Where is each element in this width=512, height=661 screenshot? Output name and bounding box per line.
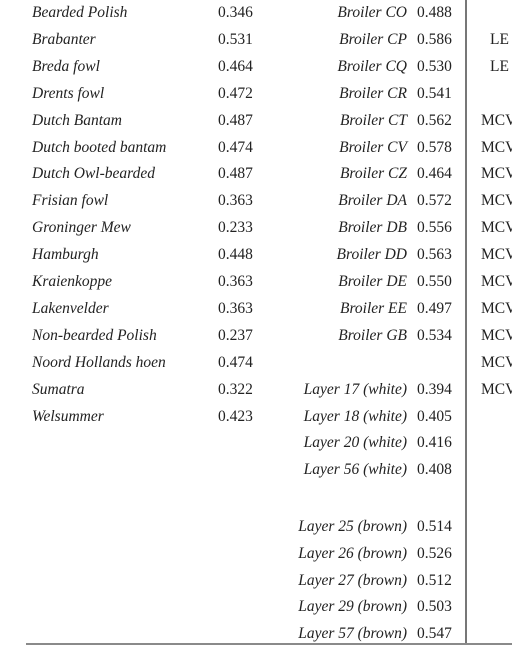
- partial-code: MCV: [481, 353, 512, 371]
- broiler-name: Broiler CZ: [339, 165, 407, 183]
- broiler-name: Broiler CP: [339, 30, 407, 48]
- partial-code: MCV: [481, 299, 512, 317]
- breed-value: 0.237: [218, 326, 253, 344]
- breed-name: Hamburgh: [32, 246, 99, 264]
- brown-layer-name: Layer 27 (brown): [298, 571, 407, 589]
- breed-value: 0.448: [218, 246, 253, 264]
- breed-value: 0.346: [218, 4, 253, 21]
- broiler-name: Broiler DA: [338, 192, 407, 210]
- breed-name: Drents fowl: [32, 84, 105, 102]
- broiler-name: Broiler CQ: [337, 57, 407, 75]
- brown-layer-name: Layer 25 (brown): [298, 517, 407, 535]
- brown-layer-name: Layer 29 (brown): [298, 598, 407, 616]
- broiler-name: Broiler CT: [339, 111, 407, 129]
- partial-code: MCV: [481, 219, 512, 237]
- broiler-name: Broiler EE: [339, 299, 407, 317]
- breed-value: 0.531: [218, 30, 253, 48]
- breed-value: 0.474: [218, 353, 253, 371]
- column-divider: [465, 0, 467, 643]
- breed-value: 0.363: [218, 192, 253, 210]
- broiler-name: Broiler DD: [336, 246, 407, 264]
- breed-name: Breda fowl: [32, 57, 100, 75]
- broiler-name: Broiler DB: [338, 219, 407, 237]
- white-layer-name: Layer 56 (white): [303, 461, 407, 479]
- breed-value: 0.464: [218, 57, 253, 75]
- brown-layer-name: Layer 26 (brown): [298, 544, 407, 562]
- breed-name: Bearded Polish: [32, 4, 128, 21]
- white-layer-name: Layer 18 (white): [303, 407, 407, 425]
- white-layer-name: Layer 17 (white): [303, 380, 407, 398]
- breed-value: 0.487: [218, 111, 253, 129]
- breed-name: Noord Hollands hoen: [32, 353, 166, 371]
- partial-code: MCV: [481, 380, 512, 398]
- breed-value: 0.472: [218, 84, 253, 102]
- breed-name: Dutch Bantam: [32, 111, 122, 129]
- breed-value: 0.474: [218, 138, 253, 156]
- breed-name: Welsummer: [32, 407, 104, 425]
- breed-name: Frisian fowl: [32, 192, 109, 210]
- breed-name: Non-bearded Polish: [32, 326, 157, 344]
- breed-value: 0.423: [218, 407, 253, 425]
- breed-value: 0.363: [218, 299, 253, 317]
- partial-code: MCV: [481, 326, 512, 344]
- breed-name: Kraienkoppe: [32, 273, 113, 290]
- broiler-name: Broiler GB: [338, 326, 407, 344]
- white-layer-name: Layer 20 (white): [303, 434, 407, 452]
- breed-name: Dutch booted bantam: [32, 138, 167, 156]
- breed-value: 0.322: [218, 380, 253, 398]
- broiler-name: Broiler DE: [338, 273, 407, 290]
- partial-code: MCV: [481, 138, 512, 156]
- broiler-name: Broiler CV: [339, 138, 407, 156]
- breed-name: Groninger Mew: [32, 219, 131, 237]
- broiler-name: Broiler CO: [337, 4, 407, 21]
- breed-name: Brabanter: [32, 30, 96, 48]
- partial-code: MCV: [481, 192, 512, 210]
- partial-code: LE: [490, 57, 509, 75]
- partial-code: LE: [490, 30, 509, 48]
- breed-name: Dutch Owl-bearded: [32, 165, 155, 183]
- breed-value: 0.487: [218, 165, 253, 183]
- table-bottom-rule: [26, 643, 512, 645]
- breed-value: 0.363: [218, 273, 253, 290]
- breed-value: 0.233: [218, 219, 253, 237]
- breed-name: Sumatra: [32, 380, 85, 398]
- partial-code: MCV: [481, 165, 512, 183]
- broiler-name: Broiler CR: [339, 84, 407, 102]
- partial-code: MCV: [481, 273, 512, 290]
- brown-layer-name: Layer 57 (brown): [298, 625, 407, 643]
- partial-code: MCV: [481, 111, 512, 129]
- breed-name: Lakenvelder: [32, 299, 109, 317]
- partial-code: MCV: [481, 246, 512, 264]
